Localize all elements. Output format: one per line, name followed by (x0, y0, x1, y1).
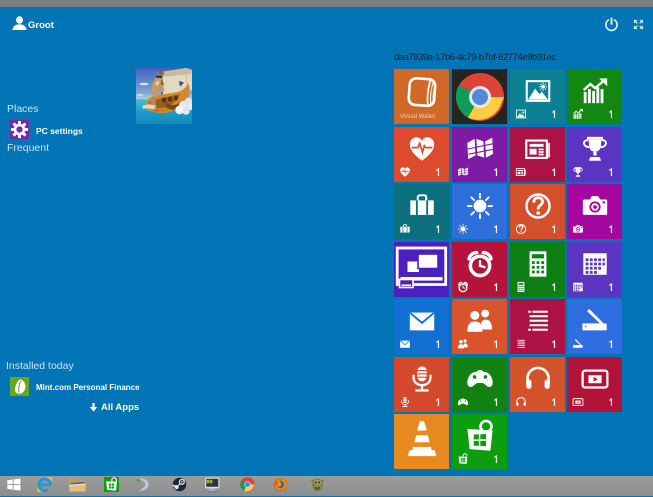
svg-text:99: 99 (206, 478, 213, 485)
